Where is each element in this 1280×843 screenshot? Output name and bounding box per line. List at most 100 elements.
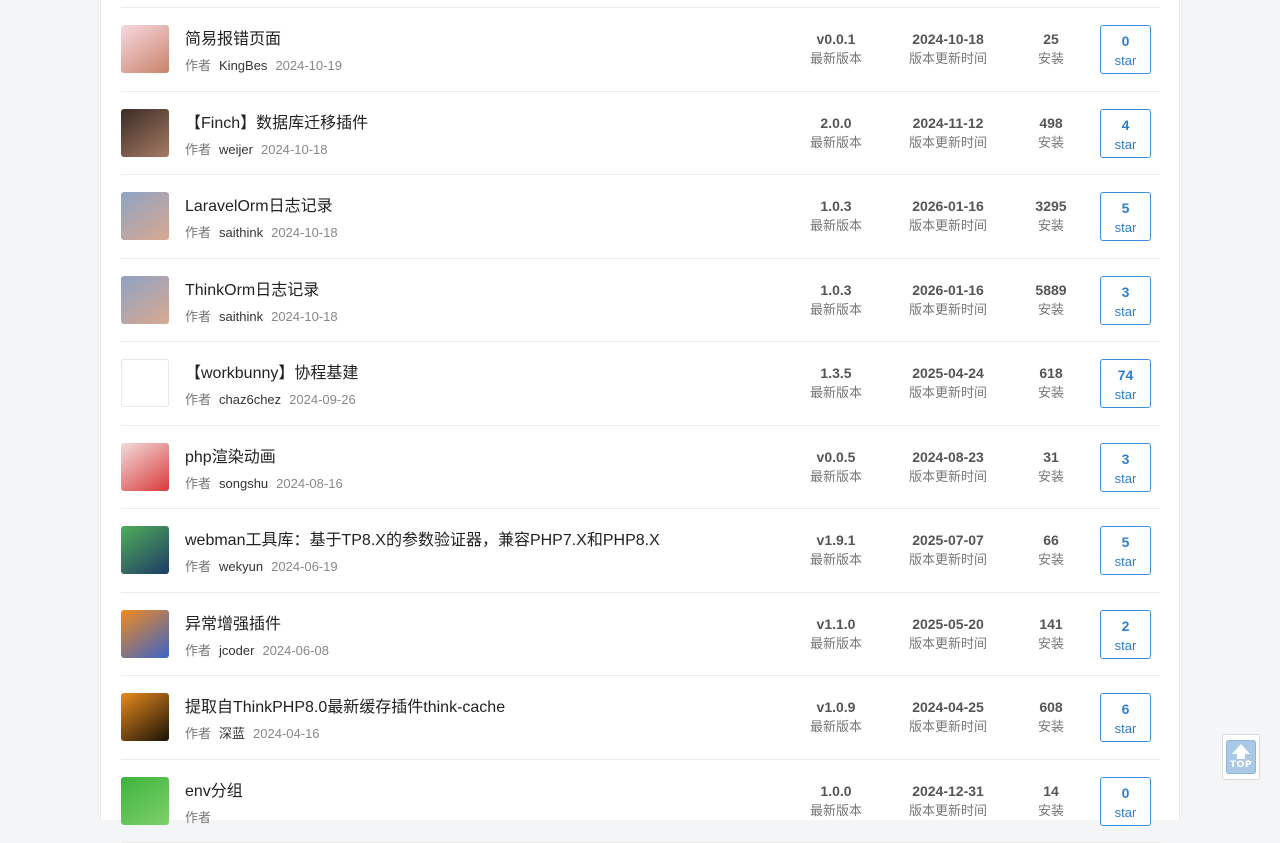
created-date: 2024-09-26 (289, 392, 356, 407)
updated-value: 2024-08-23 (888, 448, 1008, 466)
latest-version: v1.9.1 最新版本 (786, 531, 886, 569)
star-button[interactable]: 0 star (1100, 25, 1151, 74)
star-button[interactable]: 74 star (1100, 359, 1151, 408)
plugin-name-link[interactable]: php渲染动画 (185, 443, 276, 467)
author-link[interactable]: saithink (219, 309, 263, 324)
plugin-name-link[interactable]: 【Finch】数据库迁移插件 (185, 109, 368, 133)
author-label: 作者 (185, 559, 211, 574)
sunset-figure-avatar-icon[interactable] (121, 276, 169, 324)
cyclist-sunset-avatar-icon[interactable] (121, 693, 169, 741)
updated-value: 2025-04-24 (888, 364, 1008, 382)
version-updated: 2026-01-16 版本更新时间 (888, 281, 1008, 319)
plugin-name-link[interactable]: ThinkOrm日志记录 (185, 276, 319, 300)
plugin-name-link[interactable]: LaravelOrm日志记录 (185, 192, 333, 216)
back-to-top-button[interactable]: TOP (1222, 734, 1260, 780)
updated-value: 2024-10-18 (888, 30, 1008, 48)
installs-label: 安装 (1021, 802, 1081, 820)
version-updated: 2025-04-24 版本更新时间 (888, 364, 1008, 402)
sunset-figure-avatar-icon[interactable] (121, 192, 169, 240)
latest-version: 1.0.3 最新版本 (786, 197, 886, 235)
star-button[interactable]: 0 star (1100, 777, 1151, 826)
plugin-meta: 作者深蓝2024-04-16 (185, 723, 320, 742)
star-label: star (1101, 219, 1150, 237)
author-link[interactable]: saithink (219, 225, 263, 240)
installs-label: 安装 (1021, 468, 1081, 486)
star-count: 3 (1101, 450, 1150, 468)
plugin-name-link[interactable]: webman工具库：基于TP8.X的参数验证器，兼容PHP7.X和PHP8.X (185, 526, 660, 550)
version-value: 1.3.5 (786, 364, 886, 382)
installs-label: 安装 (1021, 635, 1081, 653)
installs-label: 安装 (1021, 551, 1081, 569)
hello-kitty-avatar-icon[interactable] (121, 443, 169, 491)
version-label: 最新版本 (786, 384, 886, 402)
author-link[interactable]: chaz6chez (219, 392, 281, 407)
version-label: 最新版本 (786, 50, 886, 68)
updated-label: 版本更新时间 (888, 301, 1008, 319)
author-link[interactable]: jcoder (219, 643, 254, 658)
install-count: 141 安装 (1021, 615, 1081, 653)
install-count: 608 安装 (1021, 698, 1081, 736)
star-label: star (1101, 553, 1150, 571)
author-link[interactable]: wekyun (219, 559, 263, 574)
plugin-name-link[interactable]: 简易报错页面 (185, 25, 281, 49)
installs-value: 5889 (1021, 281, 1081, 299)
green-leaf-avatar-icon[interactable] (121, 777, 169, 825)
created-date: 2024-10-18 (271, 225, 338, 240)
plugin-row: 提取自ThinkPHP8.0最新缓存插件think-cache 作者深蓝2024… (121, 676, 1160, 760)
installs-label: 安装 (1021, 718, 1081, 736)
star-label: star (1101, 720, 1150, 738)
anime-girl-avatar-icon[interactable] (121, 25, 169, 73)
updated-value: 2026-01-16 (888, 197, 1008, 215)
author-link[interactable]: weijer (219, 142, 253, 157)
star-label: star (1101, 303, 1150, 321)
back-to-top-label: TOP (1226, 760, 1256, 770)
back-to-top-icon: TOP (1226, 740, 1256, 774)
cartoon-face-avatar-icon[interactable] (121, 526, 169, 574)
goku-avatar-icon[interactable] (121, 610, 169, 658)
bunny-sketch-avatar-icon[interactable] (121, 359, 169, 407)
star-button[interactable]: 3 star (1100, 276, 1151, 325)
latest-version: 1.0.3 最新版本 (786, 281, 886, 319)
installs-label: 安装 (1021, 217, 1081, 235)
plugin-row: LaravelOrm日志记录 作者 saithink 2024-10-18 1.0.… (121, 175, 1160, 259)
plugin-meta: 作者 (185, 807, 227, 826)
author-link[interactable]: KingBes (219, 58, 267, 73)
installs-value: 25 (1021, 30, 1081, 48)
latest-version: 1.0.0 最新版本 (786, 782, 886, 820)
star-count: 3 (1101, 283, 1150, 301)
version-updated: 2024-12-31 版本更新时间 (888, 782, 1008, 820)
version-updated: 2024-04-25 版本更新时间 (888, 698, 1008, 736)
plugin-name-link[interactable]: env分组 (185, 777, 243, 801)
plugin-name-link[interactable]: 【workbunny】协程基建 (185, 359, 358, 383)
dark-portrait-avatar-icon[interactable] (121, 109, 169, 157)
star-count: 6 (1101, 700, 1150, 718)
updated-label: 版本更新时间 (888, 134, 1008, 152)
star-button[interactable]: 5 star (1100, 526, 1151, 575)
install-count: 618 安装 (1021, 364, 1081, 402)
star-label: star (1101, 637, 1150, 655)
plugin-row: 异常增强插件 作者jcoder2024-06-08 v1.1.0 最新版本 20… (121, 593, 1160, 677)
star-button[interactable]: 4 star (1100, 109, 1151, 158)
star-label: star (1101, 470, 1150, 488)
updated-label: 版本更新时间 (888, 635, 1008, 653)
version-value: v1.0.9 (786, 698, 886, 716)
author-link[interactable]: 深蓝 (219, 726, 245, 741)
author-label: 作者 (185, 225, 211, 240)
plugin-name-link[interactable]: 提取自ThinkPHP8.0最新缓存插件think-cache (185, 693, 505, 717)
install-count: 25 安装 (1021, 30, 1081, 68)
star-button[interactable]: 6 star (1100, 693, 1151, 742)
created-date: 2024-06-08 (262, 643, 329, 658)
plugin-name-link[interactable]: 异常增强插件 (185, 610, 281, 634)
updated-value: 2024-11-12 (888, 114, 1008, 132)
installs-value: 14 (1021, 782, 1081, 800)
star-button[interactable]: 2 star (1100, 610, 1151, 659)
star-button[interactable]: 3 star (1100, 443, 1151, 492)
version-updated: 2025-07-07 版本更新时间 (888, 531, 1008, 569)
star-button[interactable]: 5 star (1100, 192, 1151, 241)
author-link[interactable]: songshu (219, 476, 268, 491)
updated-value: 2026-01-16 (888, 281, 1008, 299)
installs-label: 安装 (1021, 301, 1081, 319)
plugin-meta: 作者weijer2024-10-18 (185, 139, 327, 158)
star-label: star (1101, 386, 1150, 404)
star-count: 5 (1101, 199, 1150, 217)
